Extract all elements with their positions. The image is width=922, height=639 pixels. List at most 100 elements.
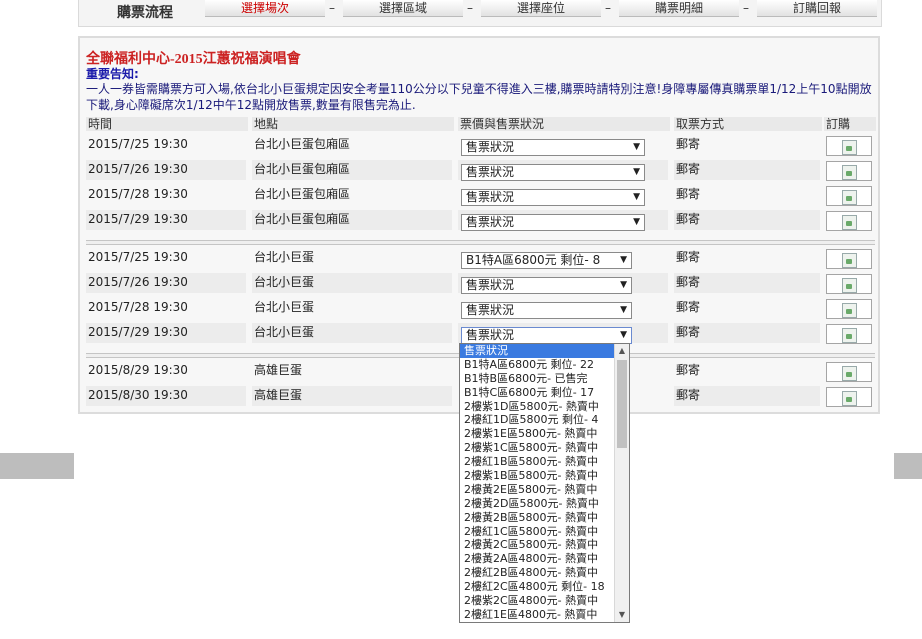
broken-image-icon (842, 303, 857, 318)
dropdown-option[interactable]: 2樓紅2C區4800元 剩位- 18 (460, 580, 614, 594)
row-pickup: 郵寄 (674, 273, 820, 293)
dropdown-option[interactable]: 2樓黃2B區5800元- 熱賣中 (460, 511, 614, 525)
row-pickup: 郵寄 (674, 386, 820, 406)
dropdown-option[interactable]: 2樓紫1E區5800元- 熱賣中 (460, 427, 614, 441)
step-select-seat: 選擇座位 (481, 0, 601, 17)
row-venue: 台北小巨蛋包廂區 (252, 160, 452, 180)
row-venue: 台北小巨蛋 (254, 300, 315, 314)
scroll-up-arrow-icon[interactable]: ▲ (615, 344, 629, 358)
right-side-band (894, 453, 922, 479)
price-status-dropdown-list[interactable]: 售票狀況 B1特A區6800元 剩位- 22 B1特B區6800元- 已售完 B… (459, 343, 630, 623)
chevron-down-icon: ▼ (633, 142, 640, 152)
dropdown-option[interactable]: 售票狀況 (460, 344, 614, 358)
dropdown-option[interactable]: 2樓紅1C區5800元- 熱賣中 (460, 525, 614, 539)
buy-button[interactable] (826, 136, 872, 156)
row-pickup: 郵寄 (674, 323, 820, 343)
buy-button[interactable] (826, 249, 872, 269)
header-price-status: 票價與售票狀況 (458, 117, 670, 131)
broken-image-icon (842, 190, 857, 205)
dropdown-option[interactable]: B1特C區6800元 剩位- 17 (460, 386, 614, 400)
dropdown-option[interactable]: 2樓紅2B區4800元- 熱賣中 (460, 566, 614, 580)
step-select-area: 選擇區域 (343, 0, 463, 17)
step-separator: – (329, 1, 335, 15)
row-time: 2015/7/28 19:30 (88, 187, 188, 201)
price-status-select[interactable]: 售票狀況 ▼ (461, 139, 645, 156)
row-venue: 台北小巨蛋 (252, 273, 452, 293)
chevron-down-icon: ▼ (620, 330, 627, 340)
dropdown-option[interactable]: 2樓紫1D區5800元- 熱賣中 (460, 400, 614, 414)
broken-image-icon (842, 165, 857, 180)
broken-image-icon (842, 253, 857, 268)
row-venue: 台北小巨蛋包廂區 (254, 187, 351, 201)
dropdown-option[interactable]: 2樓紫2C區4800元- 熱賣中 (460, 594, 614, 608)
scroll-down-arrow-icon[interactable]: ▼ (615, 608, 629, 622)
purchase-steps-bar: 購票流程 選擇場次 – 選擇區域 – 選擇座位 – 購票明細 – 訂購回報 (78, 0, 882, 27)
notice-text: 一人一券皆需購票方可入場,依台北小巨蛋規定因安全考量110公分以下兒童不得進入三… (86, 82, 872, 112)
buy-button[interactable] (826, 299, 872, 319)
price-status-select[interactable]: 售票狀況 ▼ (461, 277, 632, 294)
row-time: 2015/7/28 19:30 (88, 300, 188, 314)
dropdown-option[interactable]: 2樓黃2E區5800元- 熱賣中 (460, 483, 614, 497)
buy-button[interactable] (826, 387, 872, 407)
row-time: 2015/8/29 19:30 (88, 363, 188, 377)
dropdown-option[interactable]: 2樓紅1E區4800元- 熱賣中 (460, 608, 614, 622)
row-pickup: 郵寄 (676, 187, 701, 201)
dropdown-option[interactable]: 2樓黃2D區5800元- 熱賣中 (460, 497, 614, 511)
row-time: 2015/7/29 19:30 (86, 210, 246, 230)
dropdown-option[interactable]: 2樓黃2A區4800元- 熱賣中 (460, 552, 614, 566)
row-time: 2015/7/29 19:30 (86, 323, 246, 343)
broken-image-icon (842, 391, 857, 406)
row-venue: 台北小巨蛋包廂區 (252, 210, 452, 230)
steps-title: 購票流程 (117, 6, 173, 21)
buy-button[interactable] (826, 186, 872, 206)
chevron-down-icon: ▼ (633, 192, 640, 202)
dropdown-option[interactable]: 2樓黃2C區5800元- 熱賣中 (460, 538, 614, 552)
dropdown-scrollbar[interactable]: ▲ ▼ (614, 344, 629, 622)
dropdown-option[interactable]: B1特B區6800元- 已售完 (460, 372, 614, 386)
chevron-down-icon: ▼ (633, 217, 640, 227)
row-pickup: 郵寄 (676, 363, 701, 377)
buy-button[interactable] (826, 211, 872, 231)
buy-button[interactable] (826, 362, 872, 382)
row-venue: 台北小巨蛋 (254, 250, 315, 264)
dropdown-option[interactable]: 2樓紅1D區5800元 剩位- 4 (460, 413, 614, 427)
broken-image-icon (842, 278, 857, 293)
step-order-report: 訂購回報 (757, 0, 877, 17)
row-time: 2015/8/30 19:30 (86, 386, 246, 406)
price-status-select[interactable]: 售票狀況 ▼ (461, 189, 645, 206)
dropdown-option[interactable]: 2樓紫1C區5800元- 熱賣中 (460, 441, 614, 455)
row-venue: 台北小巨蛋包廂區 (254, 137, 351, 151)
price-status-select[interactable]: 售票狀況 ▼ (461, 302, 632, 319)
chevron-down-icon: ▼ (620, 280, 627, 290)
step-separator: – (743, 1, 749, 15)
chevron-down-icon: ▼ (620, 305, 627, 315)
chevron-down-icon: ▼ (633, 167, 640, 177)
price-status-select[interactable]: 售票狀況 ▼ (461, 214, 645, 231)
step-ticket-details: 購票明細 (619, 0, 739, 17)
row-venue: 台北小巨蛋 (252, 323, 452, 343)
buy-button[interactable] (826, 324, 872, 344)
step-select-session: 選擇場次 (205, 0, 325, 17)
broken-image-icon (842, 328, 857, 343)
dropdown-option[interactable]: 2樓紫1B區5800元- 熱賣中 (460, 469, 614, 483)
scroll-thumb[interactable] (617, 360, 627, 448)
row-time: 2015/7/25 19:30 (88, 137, 188, 151)
row-time: 2015/7/26 19:30 (86, 273, 246, 293)
dropdown-option[interactable]: 2樓紅1B區5800元- 熱賣中 (460, 455, 614, 469)
price-status-select[interactable]: 售票狀況 ▼ (461, 164, 645, 181)
header-order: 訂購 (824, 117, 876, 131)
buy-button[interactable] (826, 274, 872, 294)
buy-button[interactable] (826, 161, 872, 181)
price-status-select-open[interactable]: 售票狀況 ▼ (461, 327, 632, 344)
chevron-down-icon: ▼ (620, 255, 627, 265)
step-separator: – (467, 1, 473, 15)
row-time: 2015/7/26 19:30 (86, 160, 246, 180)
row-venue: 高雄巨蛋 (254, 363, 303, 377)
price-status-select[interactable]: B1特A區6800元 剩位- 8 ▼ (461, 252, 632, 269)
broken-image-icon (842, 140, 857, 155)
row-pickup: 郵寄 (674, 160, 820, 180)
broken-image-icon (842, 215, 857, 230)
row-pickup: 郵寄 (676, 300, 701, 314)
step-separator: – (605, 1, 611, 15)
dropdown-option[interactable]: B1特A區6800元 剩位- 22 (460, 358, 614, 372)
